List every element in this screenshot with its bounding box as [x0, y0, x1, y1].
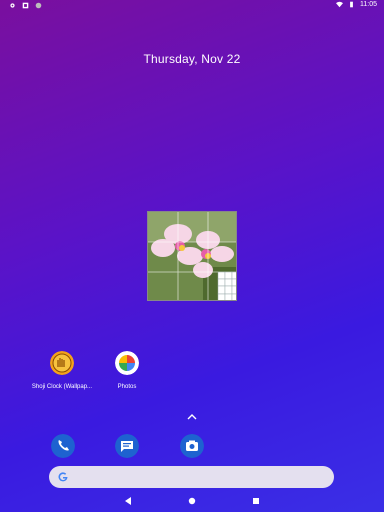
google-g-icon	[58, 472, 68, 482]
camera-icon[interactable]	[180, 434, 204, 458]
status-right: 11:05	[336, 1, 377, 8]
navigation-bar	[0, 492, 384, 512]
back-icon[interactable]	[123, 496, 133, 506]
photos-icon	[115, 351, 139, 375]
phone-icon[interactable]	[51, 434, 75, 458]
google-search-bar[interactable]	[49, 466, 334, 488]
status-time: 11:05	[360, 1, 377, 8]
photo-puzzle-widget[interactable]	[147, 211, 237, 301]
circle-icon	[35, 2, 42, 9]
chevron-up-icon[interactable]	[187, 413, 197, 421]
home-icon[interactable]	[187, 496, 197, 506]
flower-image	[148, 212, 236, 300]
battery-icon	[350, 1, 353, 8]
recents-icon[interactable]	[251, 496, 261, 506]
date-widget[interactable]: Thursday, Nov 22	[0, 52, 384, 66]
shoji-clock-icon	[50, 351, 74, 375]
messages-icon[interactable]	[115, 434, 139, 458]
status-bar: 11:05	[0, 0, 384, 12]
settings-icon	[10, 3, 15, 8]
status-left	[9, 2, 42, 9]
app-photos[interactable]: Photos	[87, 351, 167, 390]
app-label-photos: Photos	[117, 384, 137, 390]
wifi-icon	[336, 1, 343, 8]
notification-icon	[22, 2, 29, 9]
